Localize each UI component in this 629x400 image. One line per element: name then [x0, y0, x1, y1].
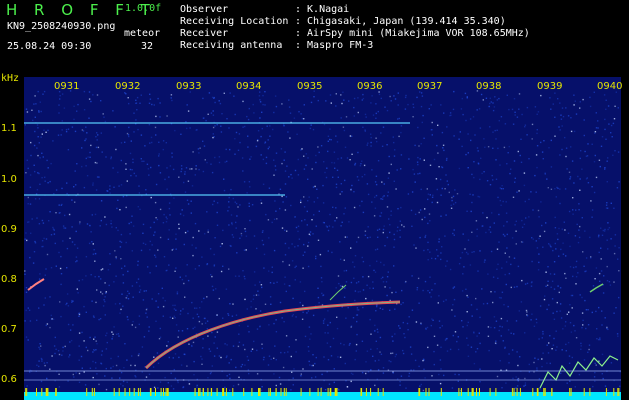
x-tick: 0940	[597, 81, 623, 92]
y-axis-unit: kHz	[1, 73, 20, 84]
x-tick: 0939	[537, 81, 563, 92]
x-tick: 0935	[297, 81, 323, 92]
x-tick: 0933	[176, 81, 202, 92]
x-tick: 0932	[115, 81, 141, 92]
x-tick: 0936	[357, 81, 383, 92]
x-tick: 0934	[236, 81, 262, 92]
short-echo-right	[589, 283, 604, 293]
x-tick: 0938	[476, 81, 502, 92]
spectrogram-overlay	[24, 90, 621, 400]
y-tick: 0.7	[1, 324, 17, 335]
y-tick: 0.6	[1, 374, 17, 385]
noise-layer	[24, 90, 621, 392]
y-tick: 0.9	[1, 224, 17, 235]
x-tick: 0937	[417, 81, 443, 92]
short-echo-mid	[329, 284, 347, 301]
x-tick: 0931	[54, 81, 80, 92]
y-tick: 1.0	[1, 174, 17, 185]
baseline-strip	[24, 392, 621, 400]
y-tick: 0.8	[1, 274, 17, 285]
short-echo-left	[27, 278, 45, 291]
aircraft-echo	[539, 355, 619, 389]
y-tick: 1.1	[1, 123, 17, 134]
